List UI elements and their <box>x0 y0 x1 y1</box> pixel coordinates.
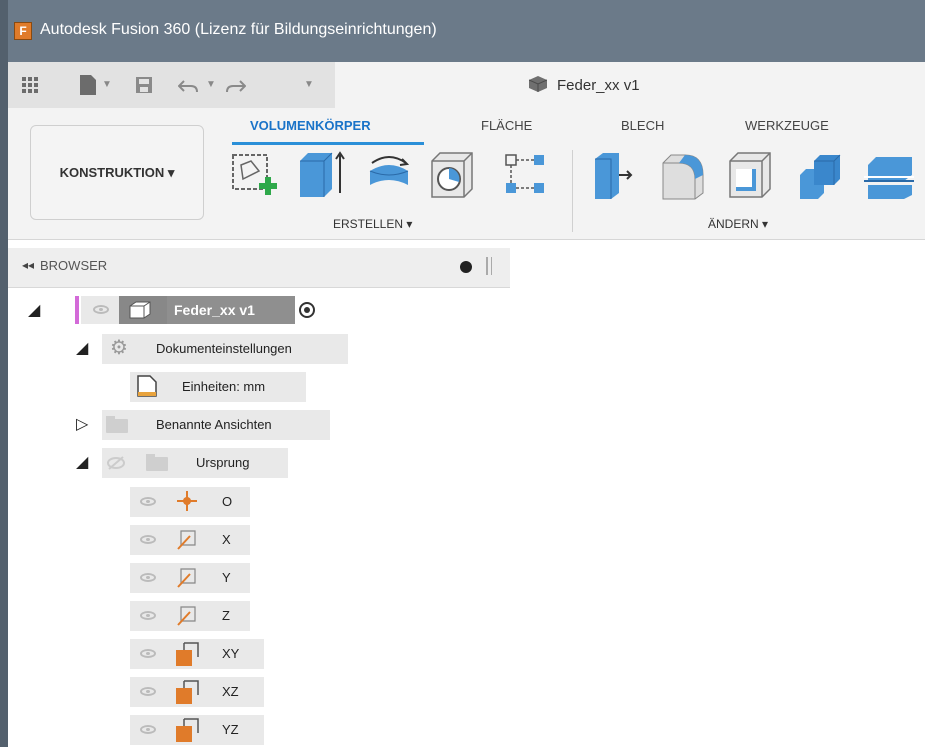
document-name: Feder_xx v1 <box>557 77 640 94</box>
visibility-eye-icon[interactable] <box>140 611 156 620</box>
workspace-label: KONSTRUKTION ▾ <box>59 165 175 180</box>
hidden-eye-icon[interactable] <box>106 456 126 470</box>
document-settings-label: Dokumenteinstellungen <box>156 341 292 356</box>
gear-icon: ⚙ <box>110 337 128 359</box>
origin-item-label: Y <box>222 570 231 585</box>
file-menu-icon[interactable] <box>80 62 96 112</box>
redo-icon[interactable] <box>226 62 247 110</box>
root-expand-toggle[interactable]: ◢ <box>28 300 40 320</box>
origin-node[interactable] <box>102 448 288 478</box>
origin-expand-toggle[interactable]: ◢ <box>76 452 88 472</box>
origin-item-label: XY <box>222 646 240 661</box>
modify-group-menu[interactable]: ÄNDERN ▾ <box>708 217 768 231</box>
visibility-eye-icon[interactable] <box>140 649 156 658</box>
browser-resize-handle-line <box>491 257 492 275</box>
tab-surface[interactable]: FLÄCHE <box>481 118 532 133</box>
units-label: Einheiten: mm <box>182 379 266 394</box>
visibility-eye-icon[interactable] <box>93 305 109 314</box>
combine-icon[interactable] <box>796 149 846 201</box>
browser-resize-handle[interactable] <box>486 257 488 275</box>
redo-dropdown-icon[interactable]: ▼ <box>304 62 314 108</box>
shell-icon[interactable] <box>726 149 776 201</box>
fusion-app-icon: F <box>14 22 32 40</box>
origin-item-label: YZ <box>222 722 239 737</box>
folder-icon <box>146 454 168 471</box>
axis-icon <box>177 568 196 588</box>
file-dropdown-icon[interactable]: ▼ <box>102 62 112 108</box>
app-grid-icon[interactable] <box>22 62 38 110</box>
doc-settings-expand-toggle[interactable]: ◢ <box>76 338 88 358</box>
tab-sheet-metal[interactable]: BLECH <box>621 118 664 133</box>
tab-solid[interactable]: VOLUMENKÖRPER <box>250 118 371 133</box>
tab-tools[interactable]: WERKZEUGE <box>745 118 829 133</box>
window-title: Autodesk Fusion 360 (Lizenz für Bildungs… <box>40 21 437 38</box>
visibility-eye-icon[interactable] <box>140 573 156 582</box>
origin-label: Ursprung <box>196 455 250 470</box>
axis-icon <box>177 530 196 550</box>
browser-title: BROWSER <box>40 258 108 273</box>
save-icon[interactable] <box>136 62 152 110</box>
collapse-browser-icon[interactable]: ◂◂ <box>22 258 34 272</box>
visibility-eye-icon[interactable] <box>140 725 156 734</box>
folder-icon <box>106 416 128 433</box>
fillet-icon[interactable] <box>659 149 709 201</box>
undo-icon[interactable] <box>177 62 198 110</box>
component-box-icon <box>129 301 151 319</box>
visibility-eye-icon[interactable] <box>140 535 156 544</box>
plane-icon <box>176 680 199 704</box>
origin-item-label: O <box>222 494 233 509</box>
revolve-icon[interactable] <box>364 149 414 201</box>
origin-item-label: Z <box>222 608 230 623</box>
visibility-eye-icon[interactable] <box>140 687 156 696</box>
origin-point-icon <box>177 491 197 511</box>
units-document-icon <box>137 375 157 397</box>
window-left-border <box>0 62 8 747</box>
plane-icon <box>176 718 199 742</box>
press-pull-icon[interactable] <box>591 149 641 201</box>
active-component-marker <box>75 296 79 324</box>
origin-item-label: X <box>222 532 231 547</box>
pattern-icon[interactable] <box>500 149 550 201</box>
ribbon-divider <box>572 150 573 232</box>
activate-component-radio[interactable] <box>299 302 315 318</box>
visibility-eye-icon[interactable] <box>140 497 156 506</box>
root-component-label: Feder_xx v1 <box>174 302 255 318</box>
create-sketch-icon[interactable] <box>229 149 279 201</box>
named-views-label: Benannte Ansichten <box>156 417 272 432</box>
hole-icon[interactable] <box>428 149 478 201</box>
active-tab-underline <box>232 142 424 145</box>
origin-item-label: XZ <box>222 684 239 699</box>
plane-icon <box>176 642 199 666</box>
undo-dropdown-icon[interactable]: ▼ <box>206 62 216 108</box>
browser-minimize-icon[interactable] <box>460 261 472 273</box>
named-views-expand-toggle[interactable]: ▷ <box>76 414 88 434</box>
create-group-menu[interactable]: ERSTELLEN ▾ <box>333 217 412 231</box>
extrude-icon[interactable] <box>296 149 346 201</box>
axis-icon <box>177 606 196 626</box>
document-cube-icon <box>529 76 547 92</box>
split-body-icon[interactable] <box>864 149 914 201</box>
